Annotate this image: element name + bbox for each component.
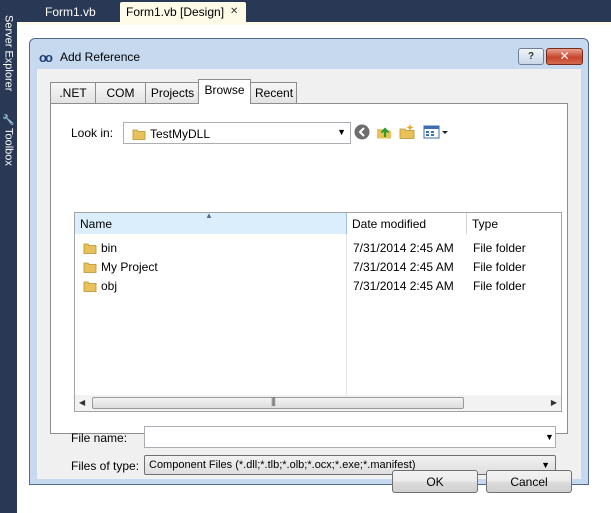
column-header-name[interactable]: ▲ Name — [75, 211, 347, 234]
reference-icon: oo — [39, 50, 53, 65]
file-name: My Project — [101, 260, 158, 274]
file-name-input[interactable] — [144, 426, 556, 448]
chevron-down-icon: ▼ — [541, 460, 550, 470]
look-in-combo[interactable]: TestMyDLL ▼ — [123, 122, 351, 144]
tab-com[interactable]: COM — [95, 82, 146, 103]
scroll-left-icon[interactable]: ◀ — [79, 398, 85, 407]
server-explorer-label: Server Explorer — [2, 15, 15, 92]
toolbox-tab[interactable]: 🔧 Toolbox — [0, 106, 17, 174]
tab-form1-vb[interactable]: Form1.vb — [39, 2, 117, 22]
file-row[interactable]: obj 7/31/2014 2:45 AM File folder — [75, 276, 561, 295]
file-date: 7/31/2014 2:45 AM — [353, 279, 454, 293]
up-folder-icon[interactable] — [375, 123, 395, 143]
dialog-title: Add Reference — [60, 50, 141, 64]
cancel-button[interactable]: Cancel — [486, 470, 572, 493]
files-of-type-label: Files of type: — [71, 459, 140, 473]
files-of-type-value: Component Files (*.dll;*.tlb;*.olb;*.ocx… — [149, 459, 416, 471]
toolbox-label: Toolbox — [2, 127, 15, 166]
tab-browse[interactable]: Browse — [198, 79, 251, 104]
help-button[interactable]: ? — [518, 48, 544, 65]
add-reference-dialog: oo Add Reference ? ✕ .NET COM Projects B… — [29, 38, 589, 493]
tab-close-icon[interactable]: ✕ — [230, 6, 238, 17]
tab-recent[interactable]: Recent — [250, 82, 297, 103]
server-explorer-tab[interactable]: Server Explorer — [0, 2, 17, 105]
file-list-header: ▲ Name Date modified Type — [75, 211, 561, 234]
ide-left-strip: Server Explorer 🔧 Toolbox — [0, 0, 17, 513]
file-date: 7/31/2014 2:45 AM — [353, 260, 454, 274]
folder-icon — [83, 241, 97, 258]
column-header-date[interactable]: Date modified — [347, 213, 467, 234]
tab-projects[interactable]: Projects — [145, 82, 200, 103]
folder-icon — [83, 260, 97, 277]
document-tab-strip: Form1.vb Form1.vb [Design] ✕ — [17, 0, 611, 24]
horizontal-scrollbar[interactable]: ◀ ||| ▶ — [75, 395, 561, 411]
tab-label: Form1.vb — [45, 5, 96, 19]
scrollbar-thumb[interactable]: ||| — [92, 396, 464, 409]
chevron-down-icon[interactable]: ▼ — [545, 432, 554, 442]
scroll-right-icon[interactable]: ▶ — [551, 398, 557, 407]
file-type: File folder — [473, 279, 526, 293]
sort-arrow-icon: ▲ — [205, 211, 213, 220]
tab-form1-design[interactable]: Form1.vb [Design] — [120, 2, 246, 22]
file-row[interactable]: bin 7/31/2014 2:45 AM File folder — [75, 238, 561, 257]
tab-net[interactable]: .NET — [50, 82, 96, 103]
look-in-value: TestMyDLL — [150, 127, 211, 141]
toolbox-icon: 🔧 — [2, 114, 15, 126]
file-name: bin — [101, 241, 118, 255]
file-list[interactable]: ▲ Name Date modified Type bin 7/31/2014 … — [74, 211, 562, 412]
column-header-label: Type — [472, 217, 499, 231]
dialog-client: .NET COM Projects Browse Recent Look in:… — [37, 69, 581, 493]
dialog-titlebar[interactable]: oo Add Reference ? ✕ — [30, 39, 588, 69]
file-date: 7/31/2014 2:45 AM — [353, 241, 454, 255]
chevron-down-icon[interactable]: ▼ — [337, 127, 346, 137]
grip-icon: ||| — [271, 396, 276, 406]
new-folder-icon[interactable] — [398, 123, 418, 143]
file-name-label: File name: — [71, 431, 128, 445]
file-name: obj — [101, 279, 118, 293]
back-icon[interactable] — [353, 123, 373, 143]
look-in-label: Look in: — [71, 126, 114, 140]
ok-button[interactable]: OK — [392, 470, 478, 493]
view-menu-icon[interactable] — [423, 123, 451, 143]
folder-icon — [132, 127, 146, 144]
column-header-label: Name — [80, 217, 113, 231]
file-type: File folder — [473, 241, 526, 255]
folder-icon — [83, 279, 97, 296]
browse-tab-page: Look in: TestMyDLL ▼ ▲ Name Date modifie… — [50, 103, 568, 475]
tab-label: Form1.vb [Design] — [126, 5, 225, 19]
close-button[interactable]: ✕ — [546, 48, 583, 65]
column-header-type[interactable]: Type — [467, 213, 561, 234]
file-row[interactable]: My Project 7/31/2014 2:45 AM File folder — [75, 257, 561, 276]
column-header-label: Date modified — [352, 217, 427, 231]
file-type: File folder — [473, 260, 526, 274]
